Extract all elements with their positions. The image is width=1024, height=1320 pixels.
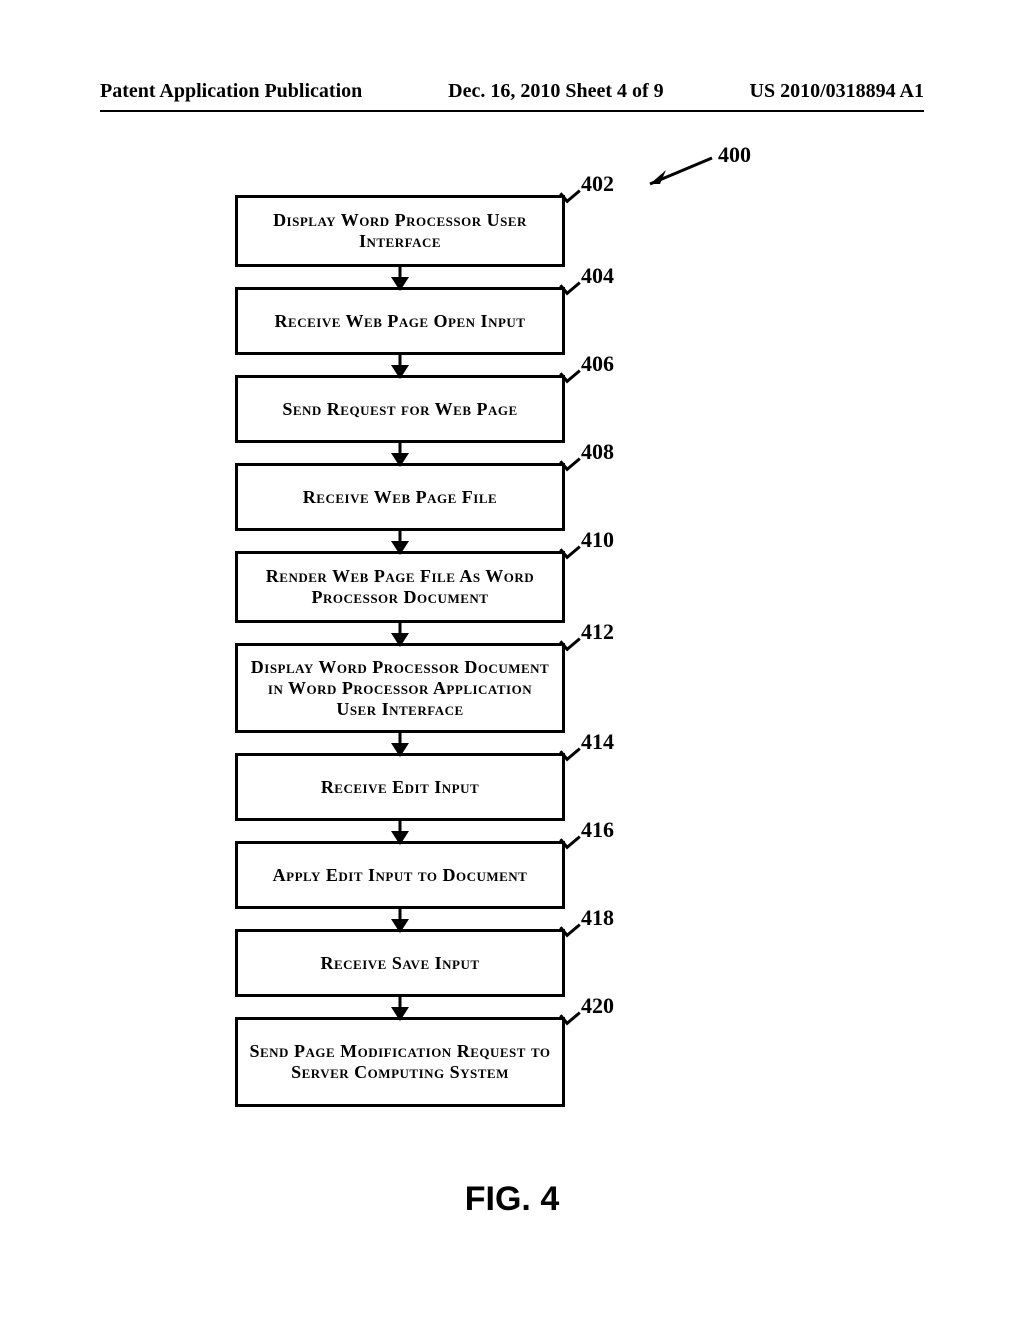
flow-column: Display Word Processor User Interface402… bbox=[235, 195, 565, 1107]
header-center: Dec. 16, 2010 Sheet 4 of 9 bbox=[448, 80, 664, 103]
step-ref-label: 406 bbox=[581, 351, 614, 377]
arrow-head-icon bbox=[391, 277, 409, 291]
step-ref-label: 404 bbox=[581, 263, 614, 289]
arrow-head-icon bbox=[391, 831, 409, 845]
flow-arrow bbox=[235, 623, 565, 643]
step-ref-label: 410 bbox=[581, 527, 614, 553]
flow-step: Receive Web Page File bbox=[235, 463, 565, 531]
flow-step: Render Web Page File As Word Processor D… bbox=[235, 551, 565, 623]
flow-step: Send Request for Web Page bbox=[235, 375, 565, 443]
arrow-head-icon bbox=[391, 633, 409, 647]
arrow-head-icon bbox=[391, 365, 409, 379]
page: Patent Application Publication Dec. 16, … bbox=[0, 0, 1024, 1320]
step-ref-label: 420 bbox=[581, 993, 614, 1019]
arrow-head-icon bbox=[391, 743, 409, 757]
flow-arrow bbox=[235, 821, 565, 841]
step-ref-label: 408 bbox=[581, 439, 614, 465]
figure-label: FIG. 4 bbox=[0, 1180, 1024, 1219]
flow-step: Display Word Processor User Interface bbox=[235, 195, 565, 267]
arrow-head-icon bbox=[391, 919, 409, 933]
flow-arrow bbox=[235, 267, 565, 287]
flow-step: Receive Web Page Open Input bbox=[235, 287, 565, 355]
flow-arrow bbox=[235, 733, 565, 753]
flow-arrow bbox=[235, 997, 565, 1017]
step-ref-label: 402 bbox=[581, 171, 614, 197]
flow-step: Apply Edit Input to Document bbox=[235, 841, 565, 909]
arrow-head-icon bbox=[391, 1007, 409, 1021]
header-right: US 2010/0318894 A1 bbox=[750, 80, 924, 103]
overall-ref-label: 400 bbox=[718, 142, 751, 168]
flow-step: Send Page Modification Request to Server… bbox=[235, 1017, 565, 1107]
step-ref-label: 412 bbox=[581, 619, 614, 645]
flow-arrow bbox=[235, 443, 565, 463]
arrow-head-icon bbox=[391, 541, 409, 555]
page-header: Patent Application Publication Dec. 16, … bbox=[0, 80, 1024, 103]
flow-step: Receive Save Input bbox=[235, 929, 565, 997]
header-left: Patent Application Publication bbox=[100, 80, 362, 103]
flow-arrow bbox=[235, 909, 565, 929]
step-ref-label: 414 bbox=[581, 729, 614, 755]
step-ref-label: 418 bbox=[581, 905, 614, 931]
flow-arrow bbox=[235, 531, 565, 551]
flow-arrow bbox=[235, 355, 565, 375]
flow-step: Display Word Processor Document in Word … bbox=[235, 643, 565, 733]
arrow-head-icon bbox=[391, 453, 409, 467]
flow-step: Receive Edit Input bbox=[235, 753, 565, 821]
header-rule bbox=[100, 110, 924, 112]
step-ref-label: 416 bbox=[581, 817, 614, 843]
